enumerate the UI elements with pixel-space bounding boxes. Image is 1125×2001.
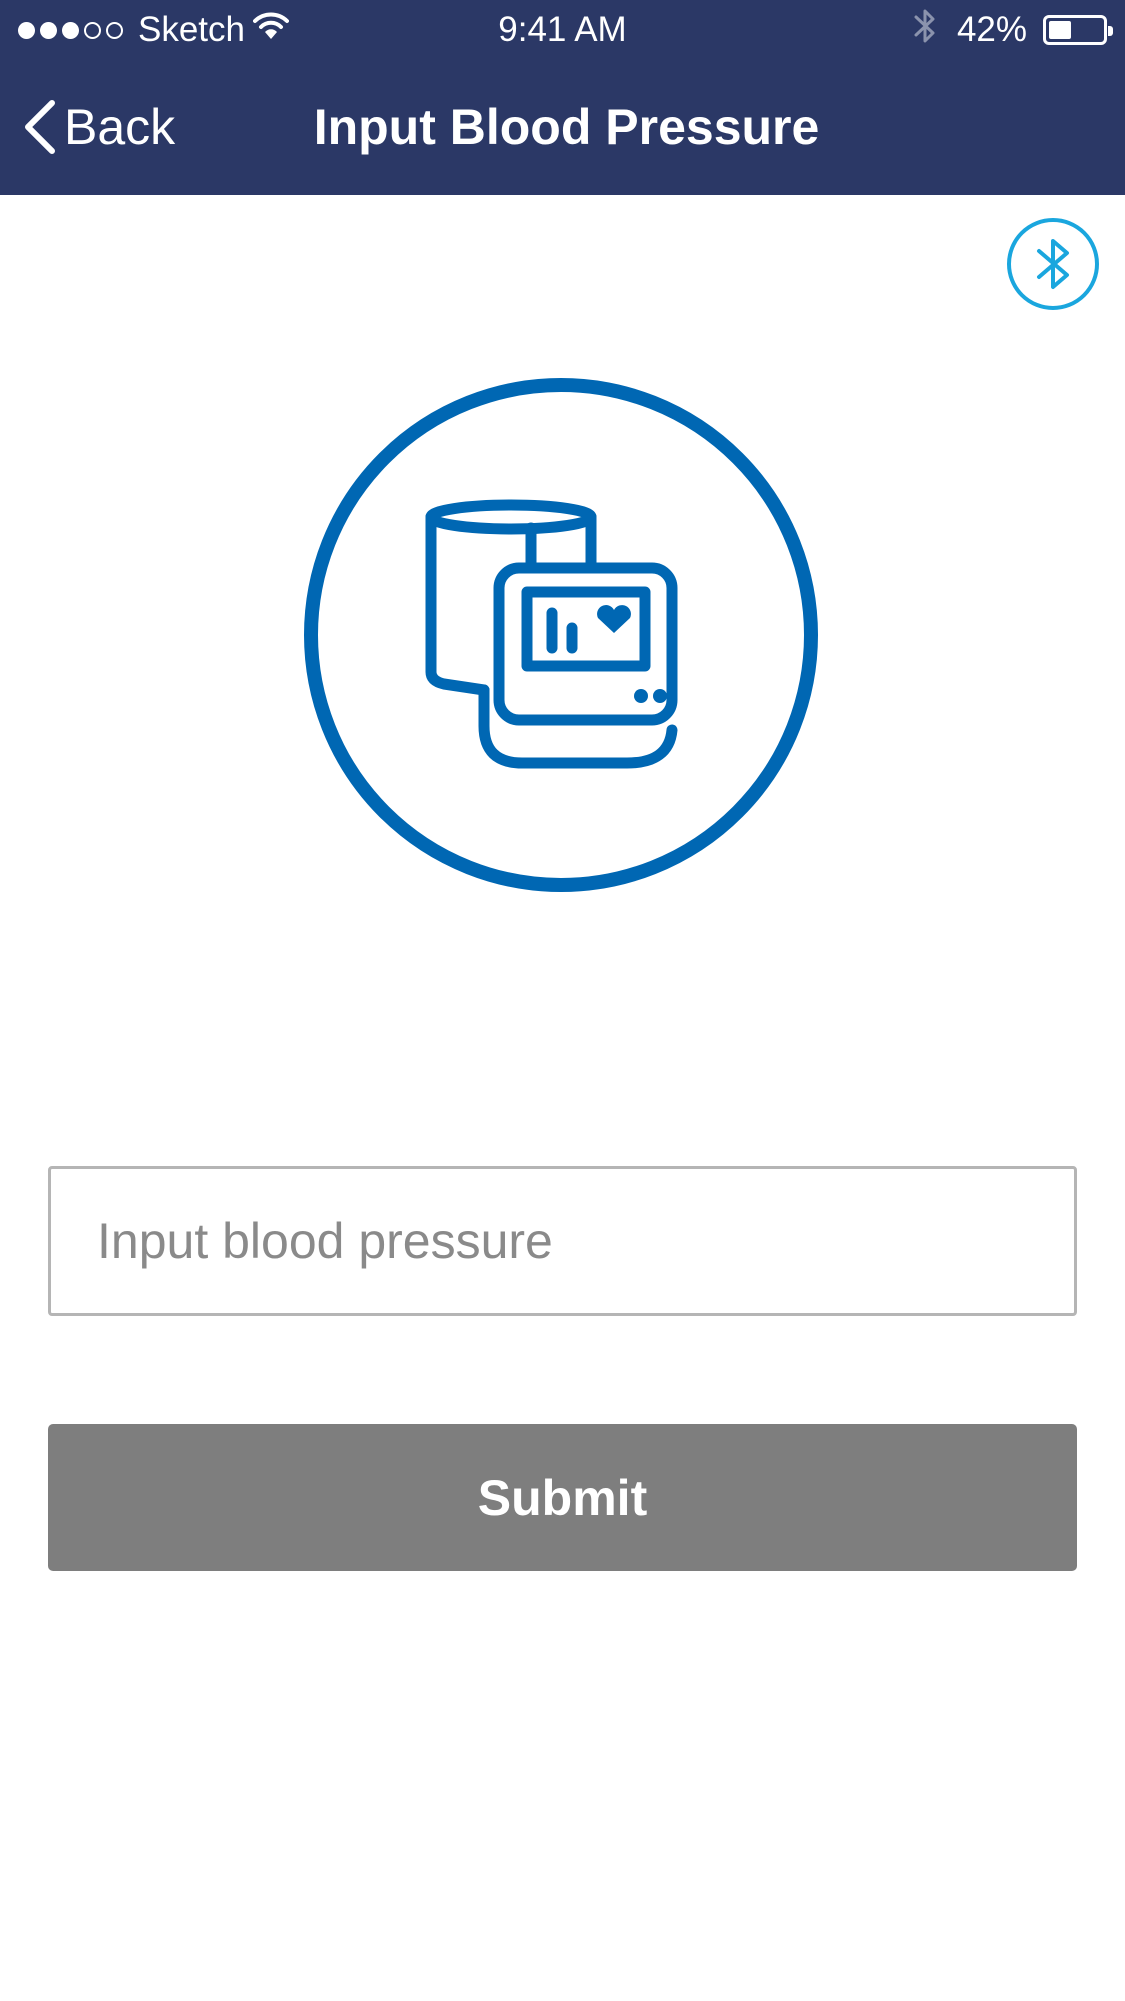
bluetooth-connect-button[interactable] <box>1006 217 1100 311</box>
battery-icon <box>1043 15 1113 45</box>
top-bar: Sketch 9:41 AM 42% Back Input Blood Pres… <box>0 0 1125 195</box>
blood-pressure-monitor-icon <box>304 378 818 892</box>
blood-pressure-monitor-illustration <box>304 378 818 892</box>
battery-percent: 42% <box>956 10 1027 49</box>
submit-button[interactable]: Submit <box>48 1424 1077 1571</box>
page-title: Input Blood Pressure <box>313 99 820 155</box>
blood-pressure-input[interactable] <box>48 1166 1077 1316</box>
bluetooth-status-icon <box>913 6 937 55</box>
bluetooth-icon <box>1007 218 1099 310</box>
status-bar-right: 42% <box>913 6 1113 55</box>
battery-level-fill <box>1049 21 1071 39</box>
